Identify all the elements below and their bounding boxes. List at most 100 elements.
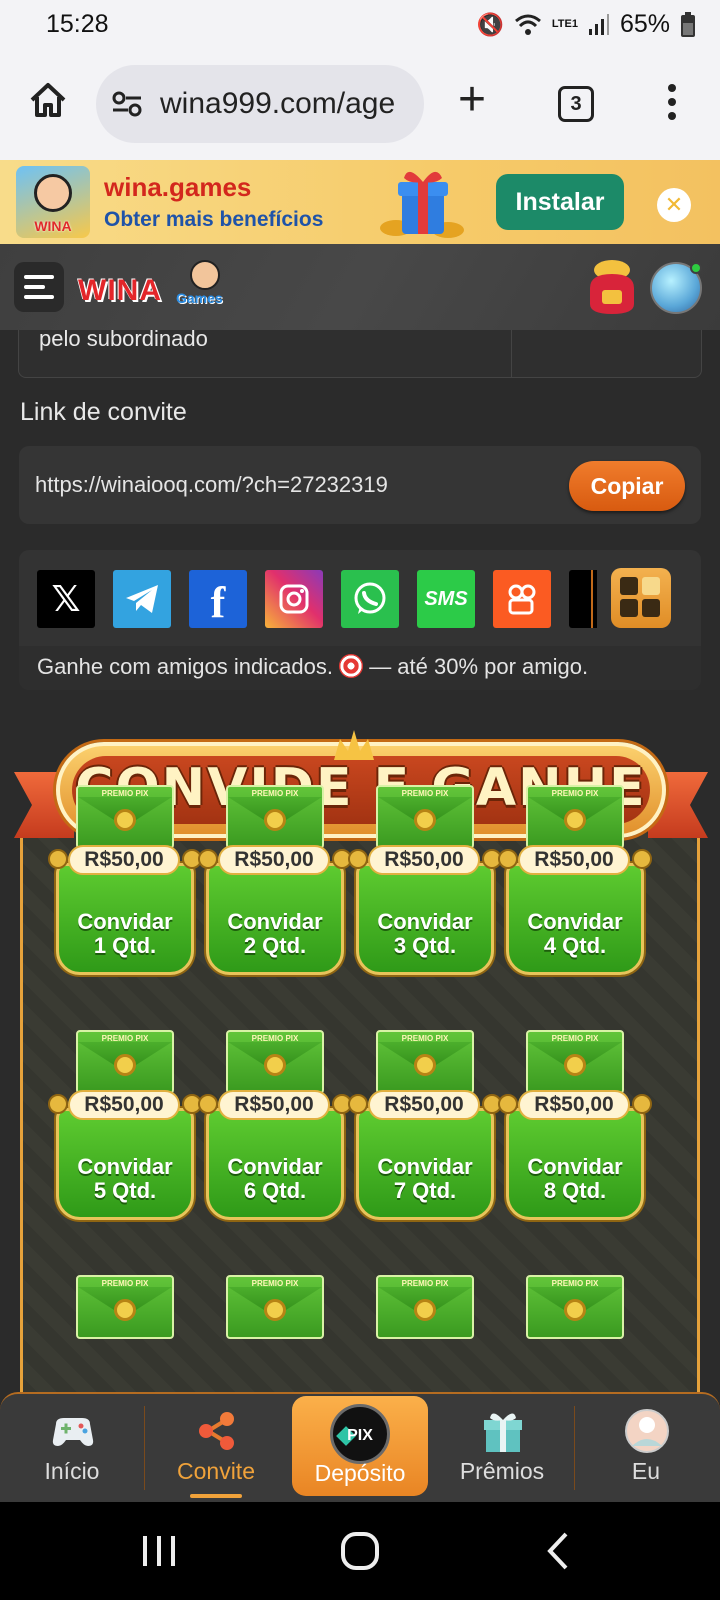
- menu-icon[interactable]: [14, 262, 64, 312]
- x-icon[interactable]: 𝕏: [37, 570, 95, 628]
- telegram-icon[interactable]: [113, 570, 171, 628]
- envelope-icon: PREMIO PIX: [76, 1275, 174, 1339]
- pix-icon: PIX: [330, 1404, 390, 1464]
- active-indicator: [190, 1494, 242, 1498]
- site-settings-icon[interactable]: [112, 91, 142, 117]
- gift-icon: [380, 171, 464, 238]
- card-label: Convidar: [527, 1154, 623, 1179]
- sms-icon[interactable]: SMS: [417, 570, 475, 628]
- reward-card[interactable]: PREMIO PIX R$50,00 Convidar 6 Qtd.: [198, 1030, 352, 1240]
- invite-link-url[interactable]: https://winaiooq.com/?ch=27232319: [35, 472, 388, 498]
- recent-apps-icon[interactable]: [134, 1526, 184, 1576]
- status-icons: 🔇 LTE1 65%: [476, 10, 696, 39]
- app-header: WINA Games: [0, 244, 720, 330]
- copy-button[interactable]: Copiar: [569, 461, 685, 511]
- reward-amount: R$50,00: [68, 845, 180, 875]
- reward-card[interactable]: PREMIO PIX R$50,00 Convidar 3 Qtd.: [348, 785, 502, 995]
- reward-amount: R$50,00: [218, 845, 330, 875]
- more-apps-icon[interactable]: [611, 568, 671, 628]
- crown-icon: [334, 730, 374, 760]
- system-nav-bar: [0, 1502, 720, 1600]
- nav-item-eu[interactable]: Eu: [576, 1394, 716, 1502]
- card-quantity: 4 Qtd.: [543, 933, 607, 958]
- user-icon: [625, 1409, 669, 1453]
- invite-link-box: https://winaiooq.com/?ch=27232319 Copiar: [19, 446, 701, 524]
- envelope-icon: PREMIO PIX: [226, 1275, 324, 1339]
- subordinate-table: pelo subordinado: [18, 330, 702, 378]
- card-label: Convidar: [227, 1154, 323, 1179]
- envelope-icon: PREMIO PIX: [376, 785, 474, 849]
- gift-box-icon: [484, 1413, 522, 1452]
- url-bar[interactable]: wina999.com/age: [96, 65, 424, 143]
- reward-card[interactable]: PREMIO PIX R$50,00 Convidar 7 Qtd.: [348, 1030, 502, 1240]
- share-icon: [199, 1412, 234, 1450]
- nav-item-inicio[interactable]: Início: [2, 1394, 142, 1502]
- money-bag-icon[interactable]: [584, 258, 640, 316]
- nav-label: Prêmios: [459, 1458, 545, 1484]
- install-button[interactable]: Instalar: [496, 174, 624, 230]
- reward-card[interactable]: PREMIO PIX R$50,00 Convidar 8 Qtd.: [498, 1030, 652, 1240]
- card-quantity: 7 Qtd.: [393, 1178, 457, 1203]
- home-icon[interactable]: [28, 80, 68, 120]
- nav-label: Eu: [631, 1458, 661, 1484]
- envelope-icon: PREMIO PIX: [376, 1275, 474, 1339]
- status-bar: 15:28 🔇 LTE1 65%: [0, 0, 720, 50]
- reward-card-partial[interactable]: PREMIO PIX: [48, 1275, 198, 1394]
- nav-label: Convite: [177, 1458, 255, 1484]
- card-label: Convidar: [77, 909, 173, 934]
- nav-item-premios[interactable]: Prêmios: [432, 1394, 572, 1502]
- invite-link-label: Link de convite: [20, 398, 187, 426]
- status-time: 15:28: [46, 10, 109, 38]
- wifi-icon: [514, 14, 541, 35]
- card-label: Convidar: [77, 1154, 173, 1179]
- reward-card[interactable]: PREMIO PIX R$50,00 Convidar 2 Qtd.: [198, 785, 352, 995]
- reward-card-partial[interactable]: PREMIO PIX: [498, 1275, 648, 1394]
- tab-switcher-button[interactable]: 3: [558, 86, 594, 122]
- reward-card[interactable]: PREMIO PIX R$50,00 Convidar 1 Qtd.: [48, 785, 202, 995]
- reward-card-partial[interactable]: PREMIO PIX: [198, 1275, 348, 1394]
- reward-card-partial[interactable]: PREMIO PIX: [348, 1275, 498, 1394]
- nav-item-convite[interactable]: Convite: [146, 1394, 286, 1502]
- url-text: wina999.com/age: [160, 87, 396, 120]
- instagram-icon[interactable]: [265, 570, 323, 628]
- envelope-icon: PREMIO PIX: [526, 1030, 624, 1094]
- main-content: pelo subordinado Link de convite https:/…: [0, 330, 720, 1394]
- facebook-icon[interactable]: f: [189, 570, 247, 628]
- card-label: Convidar: [527, 909, 623, 934]
- nav-item-deposito[interactable]: PIX Depósito: [292, 1396, 428, 1496]
- card-label: Convidar: [377, 909, 473, 934]
- divider: [591, 570, 593, 628]
- envelope-icon: PREMIO PIX: [76, 785, 174, 849]
- browser-menu-icon[interactable]: [666, 84, 678, 128]
- close-banner-icon[interactable]: ✕: [657, 188, 691, 222]
- table-cell-text: pelo subordinado: [39, 330, 208, 351]
- share-footer: Ganhe com amigos indicados. — até 30% po…: [19, 646, 701, 690]
- reward-amount: R$50,00: [518, 845, 630, 875]
- reward-amount: R$50,00: [368, 845, 480, 875]
- share-panel: 𝕏 f SMS Ganhe com amigos indicados. — at…: [19, 550, 701, 690]
- card-quantity: 5 Qtd.: [93, 1178, 157, 1203]
- new-tab-icon[interactable]: +: [458, 76, 486, 124]
- banner-subtitle: Obter mais benefícios: [104, 208, 324, 231]
- kwai-icon[interactable]: [493, 570, 551, 628]
- signal-icon: [588, 13, 609, 35]
- home-nav-icon[interactable]: [335, 1526, 385, 1576]
- avatar[interactable]: [650, 262, 702, 314]
- share-icons-row[interactable]: 𝕏 f SMS: [37, 570, 597, 628]
- battery-icon: [681, 11, 695, 37]
- envelope-icon: PREMIO PIX: [226, 785, 324, 849]
- reward-amount: R$50,00: [68, 1090, 180, 1120]
- whatsapp-icon[interactable]: [341, 570, 399, 628]
- bottom-nav: Início Convite PIX Depósito Prêmios Eu: [0, 1392, 720, 1502]
- nav-label: Início: [44, 1458, 100, 1484]
- app-logo-icon: WINA: [16, 166, 90, 238]
- card-quantity: 8 Qtd.: [543, 1178, 607, 1203]
- reward-card[interactable]: PREMIO PIX R$50,00 Convidar 4 Qtd.: [498, 785, 652, 995]
- wina-logo[interactable]: WINA Games: [78, 260, 228, 314]
- banner-title: wina.games: [104, 172, 252, 202]
- back-icon[interactable]: [536, 1526, 586, 1576]
- mute-icon: 🔇: [476, 11, 504, 37]
- reward-amount: R$50,00: [518, 1090, 630, 1120]
- reward-card[interactable]: PREMIO PIX R$50,00 Convidar 5 Qtd.: [48, 1030, 202, 1240]
- browser-toolbar: wina999.com/age + 3: [0, 50, 720, 160]
